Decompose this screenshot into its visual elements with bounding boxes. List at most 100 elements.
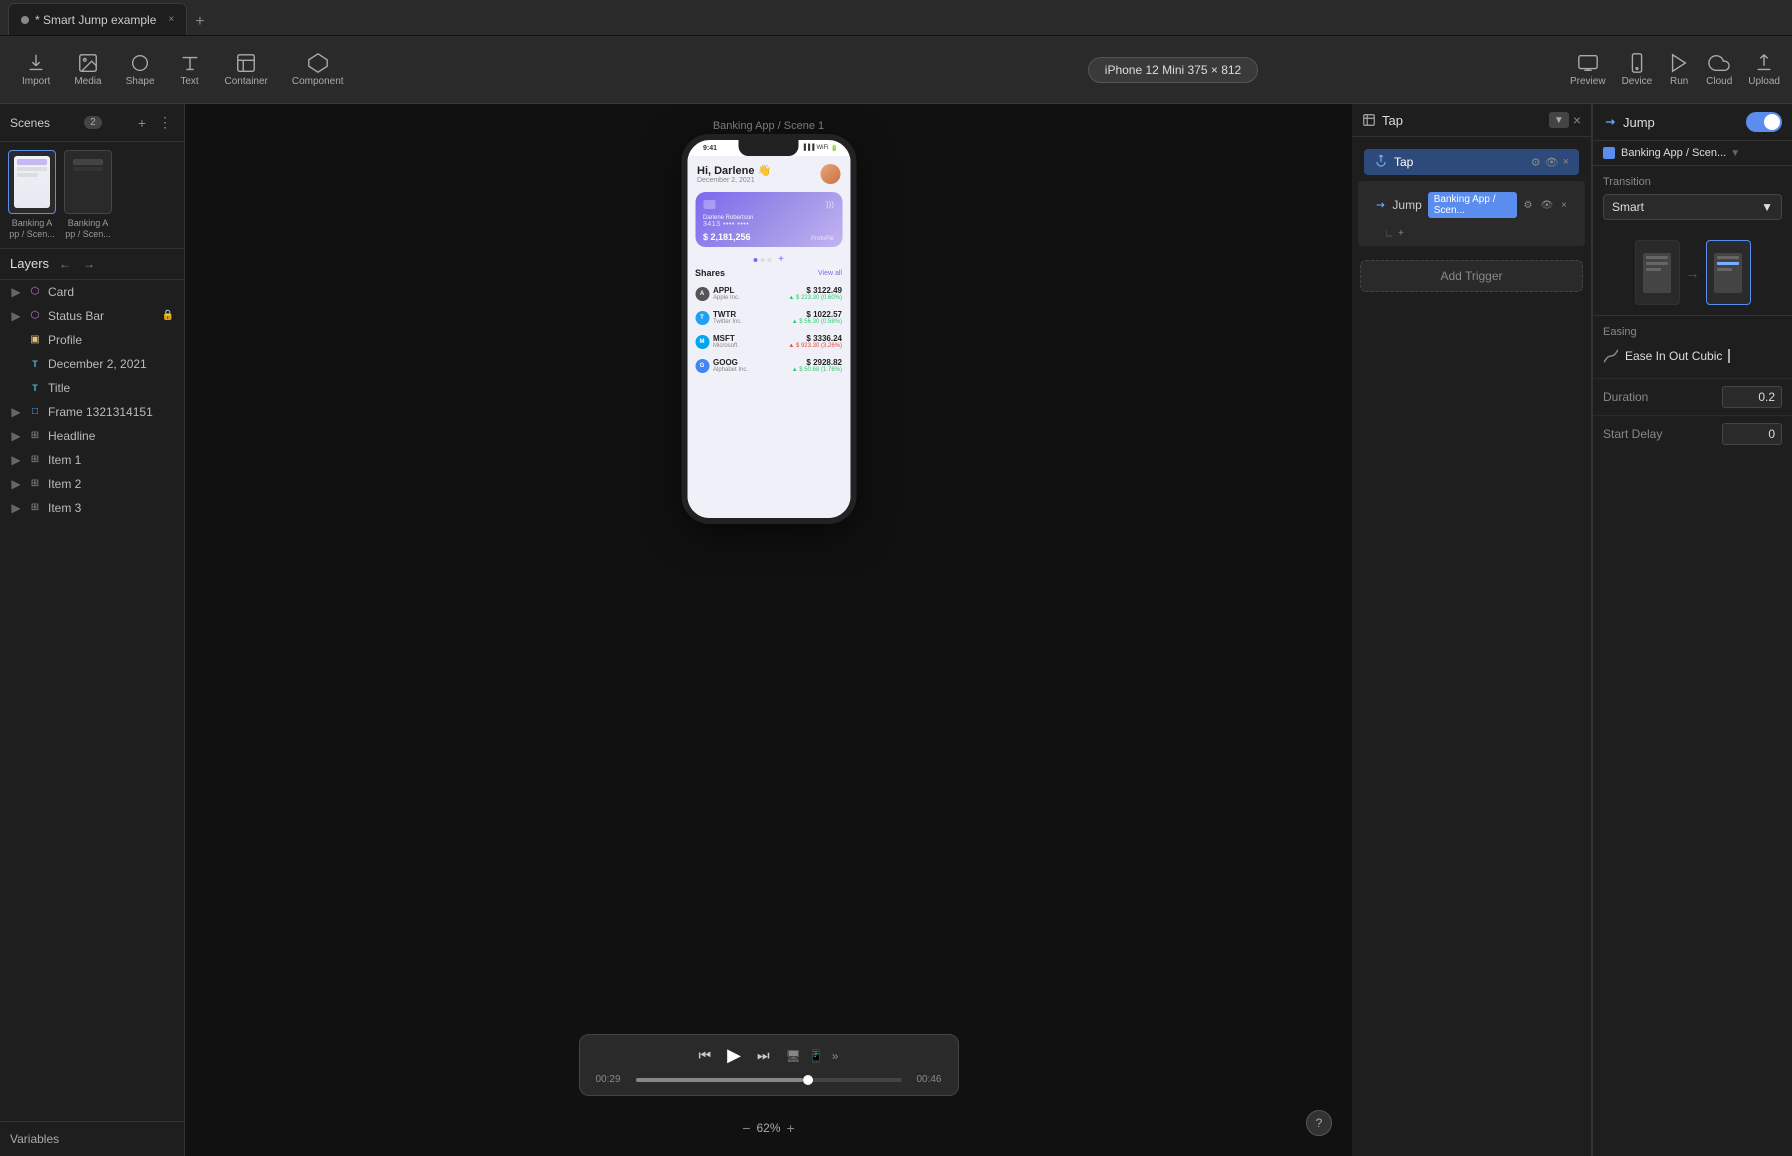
layer-headline[interactable]: ▶ ⊞ Headline — [0, 424, 184, 448]
timeline-track: 00:29 00:46 — [596, 1074, 942, 1085]
preview-line-2 — [1646, 262, 1668, 265]
scene-thumb-1[interactable]: Banking App / Scen... — [8, 150, 56, 240]
jump-destination-badge[interactable]: Banking App / Scen... — [1428, 192, 1518, 218]
screen-icon[interactable]: 🖥 — [786, 1049, 801, 1063]
jump-settings-btn[interactable]: ⚙ — [1521, 198, 1534, 213]
preview-to-line-1 — [1717, 256, 1739, 259]
transition-section: Transition Smart ▼ — [1593, 166, 1792, 230]
run-btn[interactable]: Run — [1668, 52, 1690, 87]
card-number: 3413 •••• •••• — [703, 221, 834, 228]
timeline-icons: 🖥 📱 » — [786, 1049, 839, 1063]
stock-twtr: T TWTR Twitter Inc. $ 1022.57 ▲ $ 56.30 … — [695, 306, 842, 330]
timeline-thumb[interactable] — [803, 1075, 813, 1085]
tab-close-btn[interactable]: × — [168, 14, 174, 25]
preview-btn[interactable]: Preview — [1570, 52, 1606, 87]
jump-toggle[interactable] — [1746, 112, 1782, 132]
twtr-info: TWTR Twitter Inc. — [713, 310, 788, 325]
start-delay-label: Start Delay — [1603, 427, 1722, 441]
variables-title: Variables — [10, 1132, 59, 1146]
layer-frame[interactable]: ▶ □ Frame 1321314151 — [0, 400, 184, 424]
shape-tool[interactable]: Shape — [126, 52, 155, 87]
layer-item3[interactable]: ▶ ⊞ Item 3 — [0, 496, 184, 520]
fast-forward-btn[interactable]: ⏭ — [757, 1047, 770, 1064]
container-tool[interactable]: Container — [225, 52, 268, 87]
goog-amount: $ 2928.82 — [792, 358, 842, 367]
tap-close-btn[interactable]: × — [1563, 156, 1569, 169]
media-tool[interactable]: Media — [74, 52, 101, 87]
expand-card-icon: ▶ — [10, 286, 22, 298]
expand-headline-icon: ▶ — [10, 430, 22, 442]
help-btn[interactable]: ? — [1306, 1110, 1332, 1136]
easing-row: Ease In Out Cubic — [1603, 344, 1782, 368]
scene-thumb-2[interactable]: Banking App / Scen... — [64, 150, 112, 240]
layer-item2[interactable]: ▶ ⊞ Item 2 — [0, 472, 184, 496]
cloud-btn[interactable]: Cloud — [1706, 52, 1732, 87]
upload-btn[interactable]: Upload — [1748, 52, 1780, 87]
rewind-btn[interactable]: ⏮ — [699, 1047, 712, 1064]
text-tool[interactable]: Text — [179, 52, 201, 87]
interaction-panel: Tap ▼ × Tap ⚙ 👁 × — [1352, 104, 1592, 1156]
jump-eye-btn[interactable]: 👁 — [1538, 198, 1555, 213]
zoom-out-btn[interactable]: − — [742, 1120, 750, 1136]
start-delay-input[interactable] — [1722, 423, 1782, 445]
stock-goog: G GOOG Alphabet Inc. $ 2928.82 ▲ $ 50.68… — [695, 354, 842, 378]
scenes-thumbnails: Banking App / Scen... Banking App / Scen… — [0, 142, 184, 249]
toolbar: Import Media Shape Text Container Compon… — [0, 36, 1792, 104]
easing-value: Ease In Out Cubic — [1625, 349, 1722, 363]
scenes-title: Scenes — [10, 116, 50, 130]
device-btn[interactable]: Device — [1622, 52, 1653, 87]
more-icon[interactable]: » — [832, 1049, 839, 1063]
phone-frame: 9:41 ▐▐▐ WiFi 🔋 Hi, Darlene 👋 December 2… — [681, 134, 856, 524]
duration-input[interactable] — [1722, 386, 1782, 408]
layer-title[interactable]: ▶ T Title — [0, 376, 184, 400]
scene-thumb-img-2 — [64, 150, 112, 214]
nav-forward-btn[interactable]: → — [81, 255, 97, 273]
msft-ticker: MSFT — [713, 334, 784, 343]
import-tool[interactable]: Import — [22, 52, 50, 87]
group-icon-item2: ⊞ — [28, 477, 42, 491]
layer-status-bar[interactable]: ▶ ⬡ Status Bar 🔒 — [0, 304, 184, 328]
tap-settings-btn[interactable]: ⚙ — [1531, 156, 1541, 169]
timeline-bar[interactable] — [636, 1078, 902, 1082]
tap-row[interactable]: Tap ⚙ 👁 × — [1364, 149, 1579, 175]
layer-item1[interactable]: ▶ ⊞ Item 1 — [0, 448, 184, 472]
tap-eye-btn[interactable]: 👁 — [1545, 156, 1559, 169]
layer-card[interactable]: ▶ ⬡ Card — [0, 280, 184, 304]
layers-panel: Scenes 2 + ⋮ Banking App / Scen... — [0, 104, 185, 1156]
appl-change: ▲ $ 223.30 (0.60%) — [788, 295, 842, 301]
scenes-menu-btn[interactable]: ⋮ — [156, 112, 174, 133]
component-tool[interactable]: Component — [292, 52, 344, 87]
destination-dropdown[interactable]: Banking App / Scen... ▼ — [1621, 147, 1740, 159]
twtr-change: ▲ $ 56.30 (0.58%) — [792, 319, 842, 325]
new-tab-btn[interactable]: + — [187, 9, 212, 35]
zoom-in-btn[interactable]: + — [787, 1120, 795, 1136]
close-interaction-btn[interactable]: × — [1573, 112, 1581, 128]
add-trigger-btn[interactable]: Add Trigger — [1360, 260, 1583, 292]
app-greeting: Hi, Darlene 👋 — [697, 164, 771, 177]
stock-appl: A APPL Apple Inc. $ 3122.49 ▲ $ 223.30 (… — [695, 282, 842, 306]
jump-tree-icon — [1386, 230, 1394, 238]
goog-price: $ 2928.82 ▲ $ 50.68 (1.76%) — [792, 358, 842, 373]
mobile-icon[interactable]: 📱 — [809, 1049, 824, 1063]
transition-value: Smart — [1612, 200, 1644, 214]
play-btn[interactable]: ▶ — [727, 1045, 741, 1066]
jump-row[interactable]: Jump Banking App / Scen... ⚙ 👁 × — [1364, 187, 1579, 223]
add-scene-btn[interactable]: + — [136, 112, 148, 133]
transition-dropdown[interactable]: Smart ▼ — [1603, 194, 1782, 220]
status-time: 9:41 — [703, 145, 717, 152]
layer-date[interactable]: ▶ T December 2, 2021 — [0, 352, 184, 376]
nav-dots: + — [687, 251, 850, 268]
nav-back-btn[interactable]: ← — [57, 255, 73, 273]
jump-close-btn[interactable]: × — [1559, 198, 1569, 213]
device-badge[interactable]: iPhone 12 Mini 375 × 812 — [1088, 57, 1258, 83]
text-icon-title: T — [28, 381, 42, 395]
dest-chevron-icon: ▼ — [1730, 148, 1740, 159]
msft-logo: M — [695, 335, 709, 349]
active-tab[interactable]: * Smart Jump example × — [8, 3, 187, 35]
collapse-interaction-btn[interactable]: ▼ — [1549, 112, 1569, 128]
layer-profile[interactable]: ▶ ▣ Profile — [0, 328, 184, 352]
right-panel-header: Jump — [1593, 104, 1792, 141]
dot-3 — [767, 258, 771, 262]
interaction-header: Tap ▼ × — [1352, 104, 1591, 137]
appl-company: Apple Inc. — [713, 295, 784, 301]
